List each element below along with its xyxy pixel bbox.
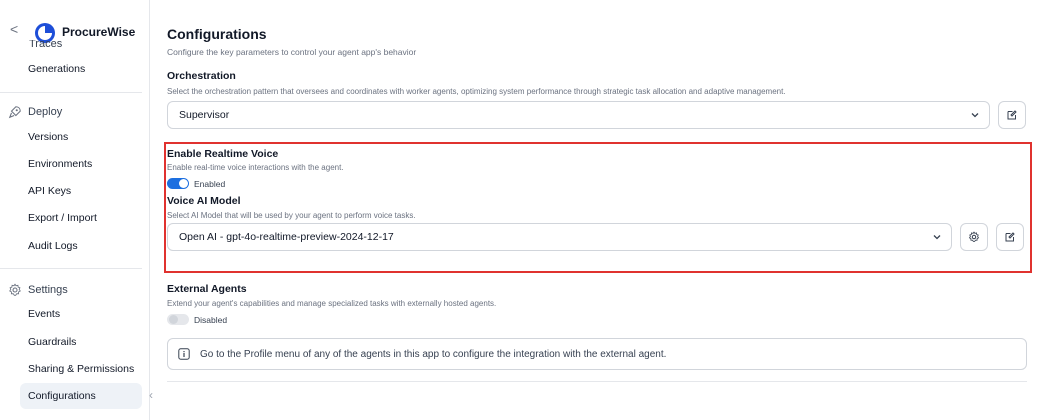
external-agents-info-text: Go to the Profile menu of any of the age… [200,348,667,360]
toggle-knob [179,179,188,188]
voice-model-edit-button[interactable] [996,223,1024,251]
app: < ProcureWise Traces Generations Deploy … [0,0,1051,420]
voice-model-select[interactable]: Open AI - gpt-4o-realtime-preview-2024-1… [167,223,952,251]
realtime-voice-toggle[interactable] [167,178,189,189]
voice-model-settings-button[interactable] [960,223,988,251]
edit-icon [1007,110,1017,120]
sidebar-item-generations[interactable]: Generations [20,56,142,82]
sidebar-item-traces[interactable]: Traces [29,40,62,49]
realtime-voice-highlight [164,142,1032,273]
sidebar-item-audit-logs[interactable]: Audit Logs [20,233,142,259]
external-agents-toggle-label: Disabled [194,315,228,325]
realtime-voice-toggle-label: Enabled [194,179,226,189]
external-agents-info-box: Go to the Profile menu of any of the age… [167,338,1027,370]
info-icon [178,348,190,360]
orchestration-label: Orchestration [167,70,236,82]
sidebar-divider [0,268,142,269]
orchestration-description: Select the orchestration pattern that ov… [167,87,786,96]
sidebar-header: < ProcureWise Traces [0,0,150,50]
chevron-down-icon [971,113,979,118]
orchestration-edit-button[interactable] [998,101,1026,129]
sidebar-item-label: Environments [28,158,93,170]
sidebar-item-label: Configurations [28,390,96,402]
sidebar-item-label: API Keys [28,185,72,197]
voice-model-select-value: Open AI - gpt-4o-realtime-preview-2024-1… [179,231,394,243]
sidebar-item-api-keys[interactable]: API Keys [20,178,142,204]
sidebar-item-label: Sharing & Permissions [28,363,135,375]
sidebar-section-settings[interactable]: Settings [8,280,68,300]
sidebar-item-configurations[interactable]: Configurations [20,383,142,409]
gear-icon [968,231,980,242]
chevron-down-icon [933,235,941,240]
sidebar-item-versions[interactable]: Versions [20,124,142,150]
sidebar-item-guardrails[interactable]: Guardrails [20,329,142,355]
orchestration-select-value: Supervisor [179,109,230,121]
sidebar-item-sharing-permissions[interactable]: Sharing & Permissions [20,356,142,382]
section-divider [167,381,1027,382]
sidebar-item-label: Guardrails [28,336,77,348]
orchestration-select[interactable]: Supervisor [167,101,990,129]
sidebar-item-label: Audit Logs [28,240,78,252]
page-subtitle: Configure the key parameters to control … [167,47,417,57]
sidebar-item-label: Versions [28,131,69,143]
toggle-knob [169,315,178,324]
app-brand-name: ProcureWise [62,25,136,39]
sidebar-item-events[interactable]: Events [20,301,142,327]
sidebar-section-label: Deploy [28,106,63,118]
main-content: Configurations Configure the key paramet… [150,0,1051,420]
sidebar-item-label: Generations [28,63,86,75]
sidebar-item-label: Export / Import [28,212,97,224]
sidebar-section-deploy[interactable]: Deploy [8,102,62,122]
voice-model-label: Voice AI Model [167,195,241,207]
page-title: Configurations [167,26,267,42]
back-icon[interactable]: < [10,22,18,36]
sidebar: < ProcureWise Traces Generations Deploy … [0,0,150,420]
sidebar-item-export-import[interactable]: Export / Import [20,205,142,231]
sidebar-section-label: Settings [28,284,68,296]
external-agents-label: External Agents [167,283,247,295]
sidebar-divider [0,92,142,93]
external-agents-description: Extend your agent's capabilities and man… [167,299,497,308]
external-agents-toggle[interactable] [167,314,189,325]
sidebar-item-environments[interactable]: Environments [20,151,142,177]
voice-model-description: Select AI Model that will be used by you… [167,211,416,220]
realtime-voice-label: Enable Realtime Voice [167,148,279,160]
gear-icon [9,283,21,296]
realtime-voice-description: Enable real-time voice interactions with… [167,163,344,172]
sidebar-item-label: Events [28,308,61,320]
edit-icon [1005,232,1015,242]
rocket-icon [8,106,21,119]
